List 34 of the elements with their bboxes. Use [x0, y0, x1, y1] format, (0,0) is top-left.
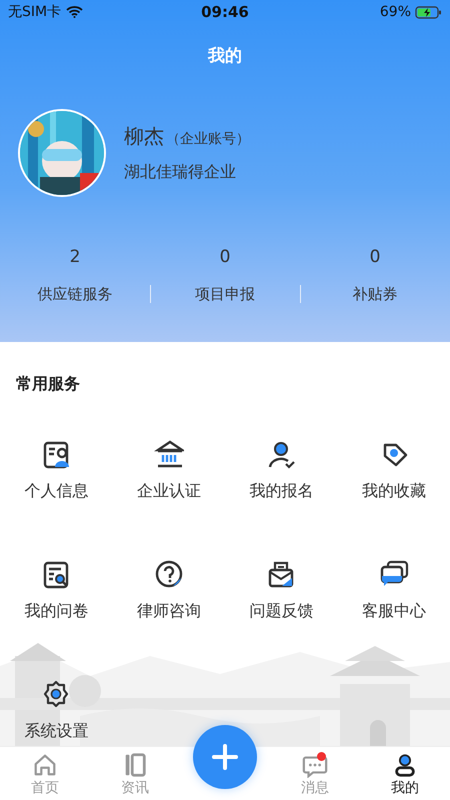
stat-value: 0 [370, 247, 380, 267]
home-icon [32, 752, 58, 778]
id-card-icon[interactable] [41, 439, 72, 469]
service-label[interactable]: 我的收藏 [362, 481, 426, 502]
service-label[interactable]: 问题反馈 [249, 601, 314, 622]
add-button[interactable] [193, 725, 257, 789]
plus-icon [211, 743, 239, 771]
stat-label[interactable]: 供应链服务 [38, 285, 112, 304]
stat-value: 2 [70, 247, 80, 267]
help-icon[interactable] [154, 559, 184, 589]
stat-label[interactable]: 项目申报 [195, 285, 255, 304]
service-label[interactable]: 我的报名 [249, 481, 314, 502]
bank-icon[interactable] [154, 439, 184, 469]
service-label[interactable]: 律师咨询 [136, 601, 201, 622]
carrier-text: 无SIM卡 [8, 3, 62, 21]
clock-time: 09:46 [201, 3, 249, 21]
battery-percentage: 69% [380, 4, 411, 20]
page-title: 我的 [208, 45, 242, 67]
service-label[interactable]: 客服中心 [362, 601, 426, 622]
section-title: 常用服务 [15, 373, 81, 395]
battery-charging-icon [415, 6, 442, 18]
service-label[interactable]: 个人信息 [24, 481, 88, 502]
user-name: 柳杰 [124, 123, 164, 150]
company-name: 湖北佳瑞得企业 [124, 162, 237, 183]
stat-label[interactable]: 补贴券 [352, 285, 398, 304]
account-type: （企业账号） [166, 130, 250, 148]
service-label[interactable]: 我的问卷 [24, 601, 88, 622]
service-label[interactable]: 系统设置 [24, 721, 88, 742]
tab-item[interactable]: 我的 [360, 747, 450, 800]
stat-value: 0 [220, 247, 230, 267]
service-label[interactable]: 企业认证 [136, 481, 201, 502]
wifi-icon [66, 6, 84, 18]
user-check-icon[interactable] [266, 439, 296, 469]
chat-bubbles-icon[interactable] [378, 559, 409, 589]
